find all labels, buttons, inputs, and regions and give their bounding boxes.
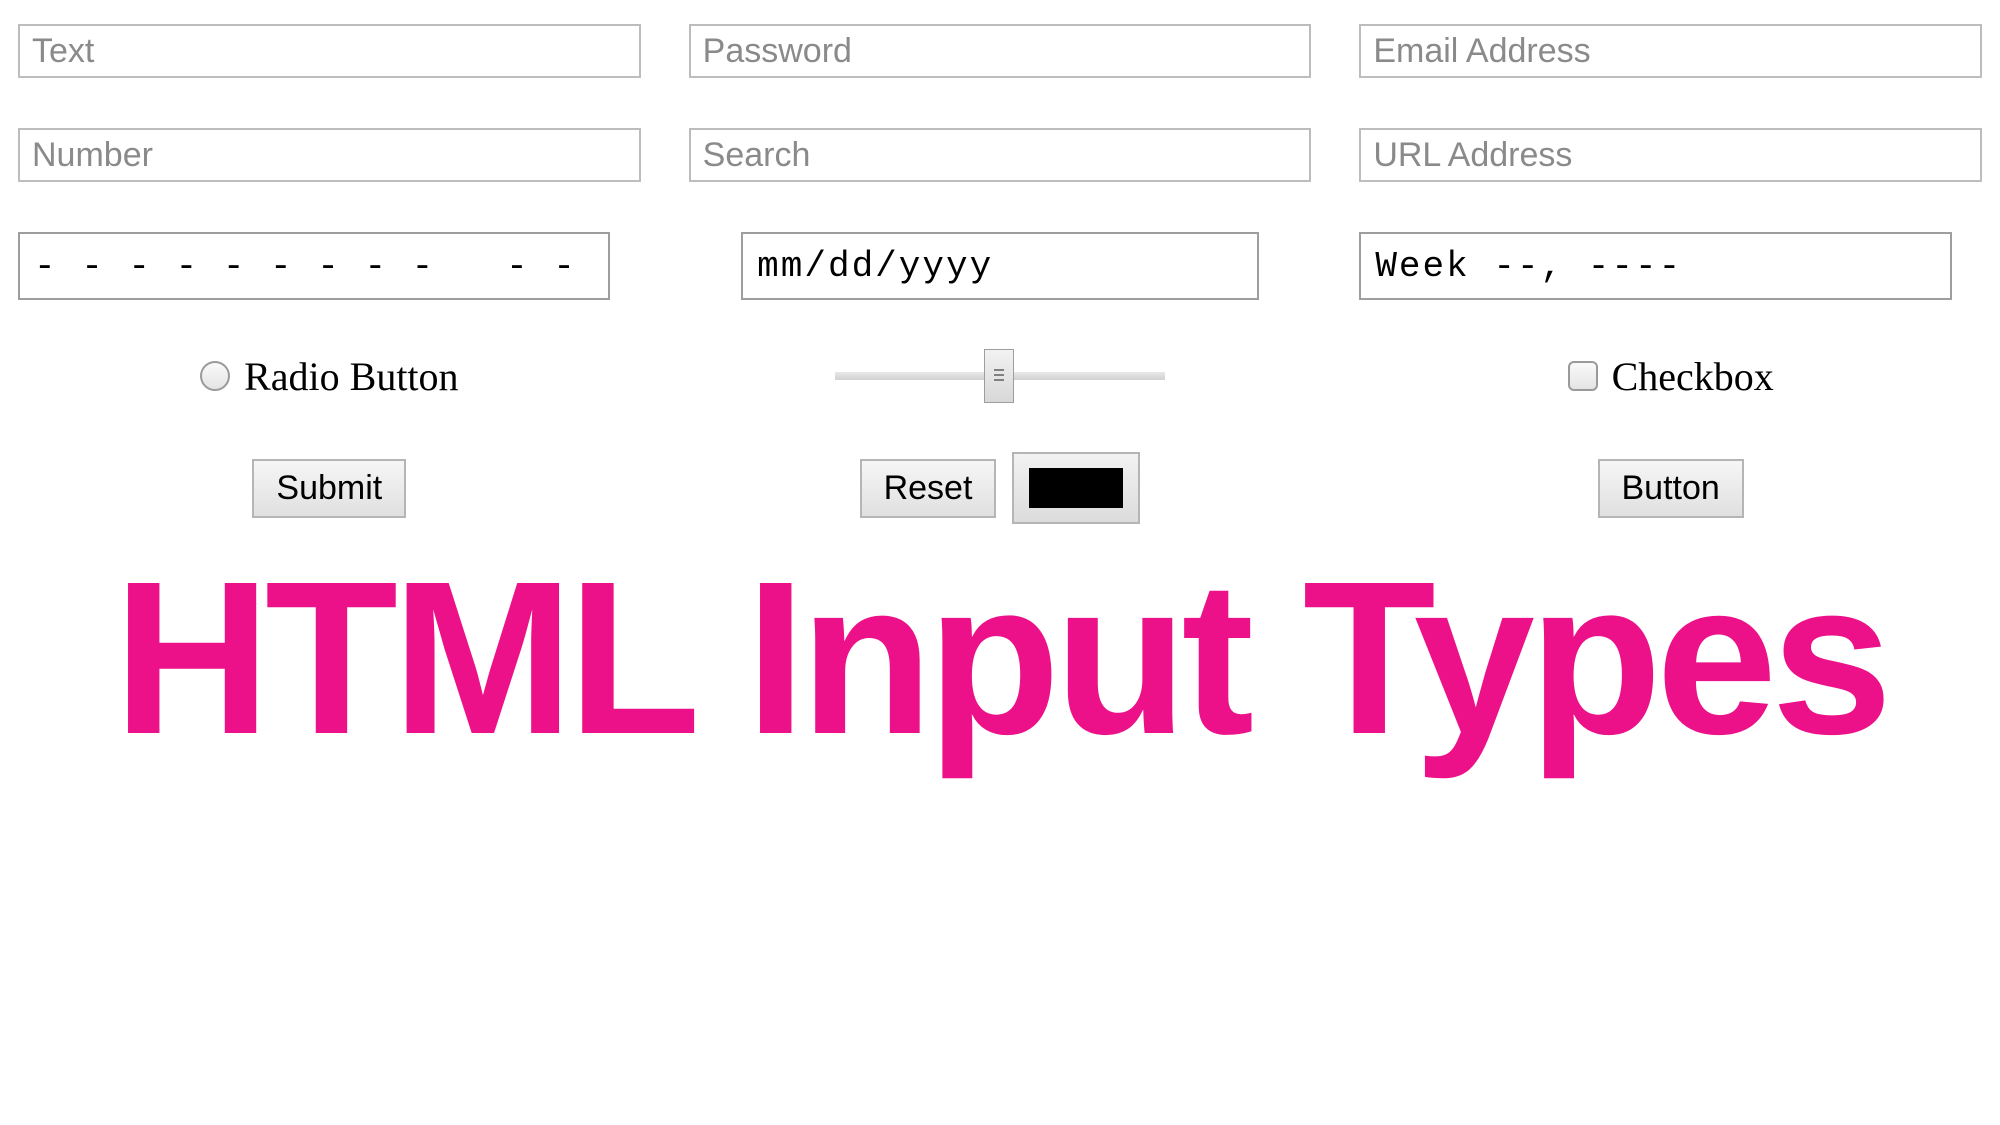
reset-button[interactable]: Reset [860, 459, 997, 518]
text-input[interactable] [18, 24, 641, 78]
submit-button[interactable]: Submit [252, 459, 406, 518]
checkbox-label: Checkbox [1612, 353, 1774, 400]
color-swatch-value [1029, 468, 1123, 508]
password-input[interactable] [689, 24, 1312, 78]
radio-label: Radio Button [244, 353, 458, 400]
url-input[interactable] [1359, 128, 1982, 182]
radio-option[interactable]: Radio Button [200, 353, 458, 400]
checkbox-option[interactable]: Checkbox [1568, 353, 1774, 400]
reset-color-group: Reset [860, 452, 1141, 524]
range-slider[interactable] [835, 350, 1165, 402]
email-input[interactable] [1359, 24, 1982, 78]
radio-icon [200, 361, 230, 391]
search-input[interactable] [689, 128, 1312, 182]
generic-button[interactable]: Button [1598, 459, 1744, 518]
slider-thumb[interactable] [984, 349, 1014, 403]
number-input[interactable] [18, 128, 641, 182]
input-grid: Radio Button Checkbox Submit Reset Butto… [0, 0, 2000, 524]
checkbox-icon [1568, 361, 1598, 391]
date-input[interactable] [741, 232, 1259, 300]
page-title: HTML Input Types [0, 566, 2000, 751]
week-input[interactable] [1359, 232, 1951, 300]
color-input[interactable] [1012, 452, 1140, 524]
tel-input[interactable] [18, 232, 610, 300]
